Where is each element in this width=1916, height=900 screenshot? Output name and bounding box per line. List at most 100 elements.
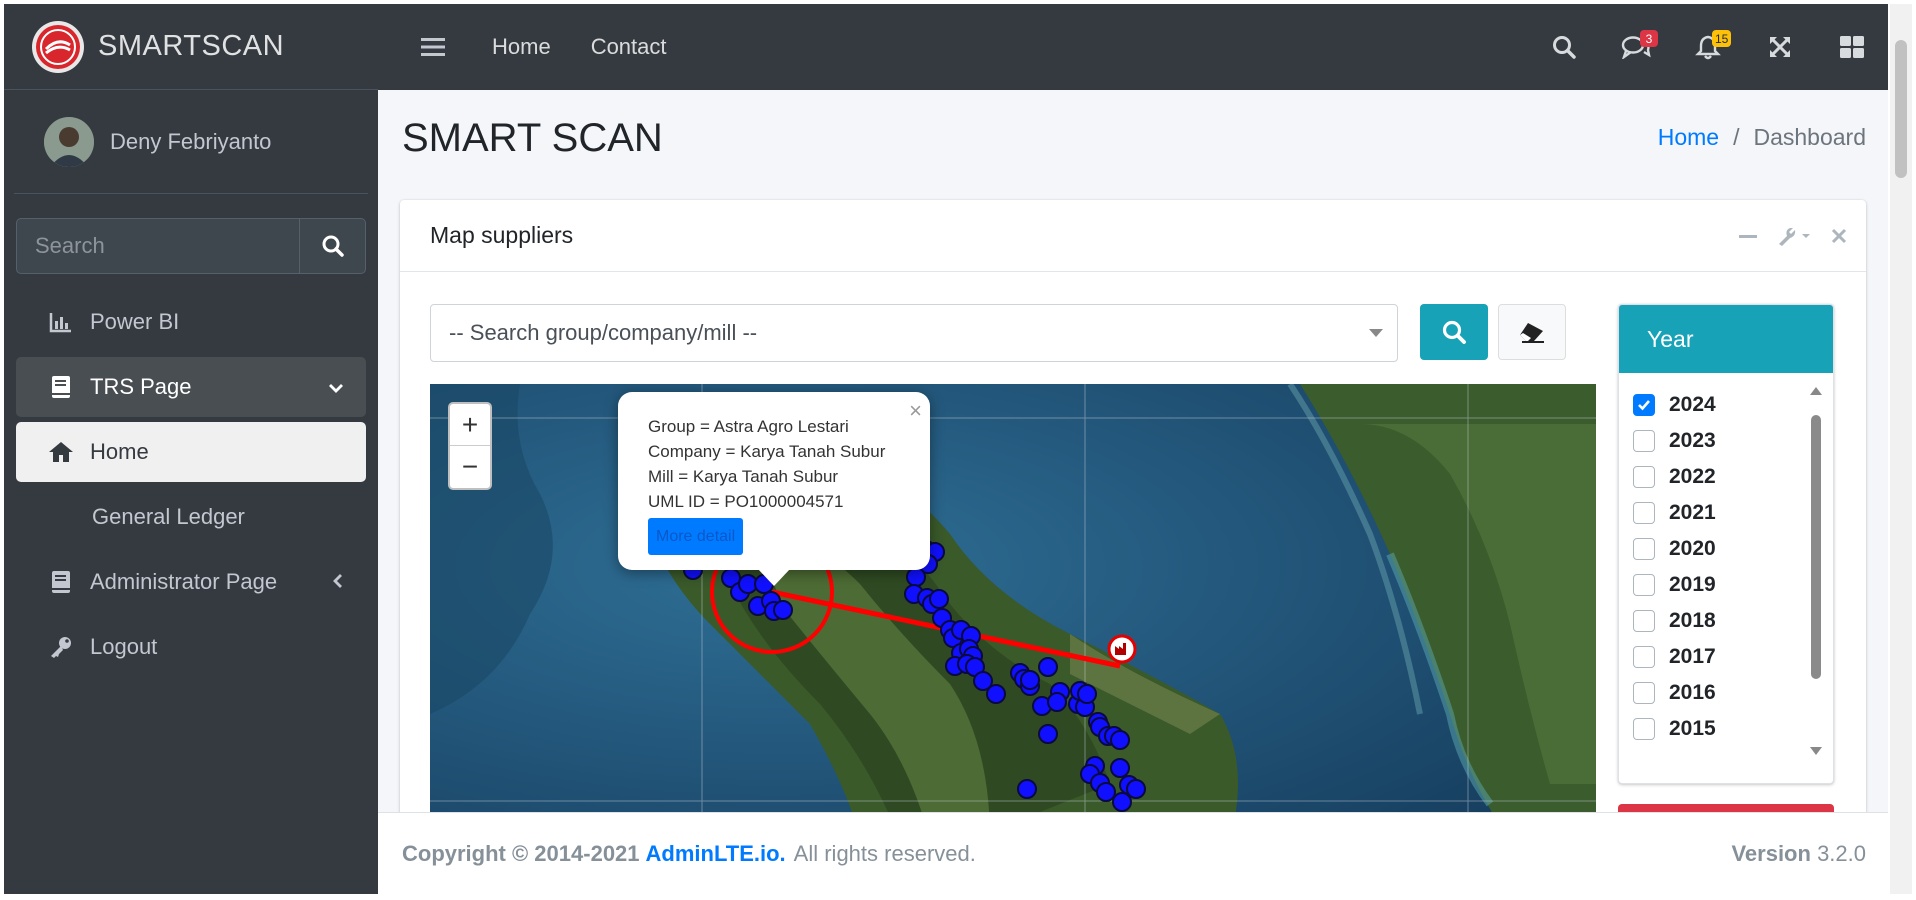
- supplier-marker[interactable]: [1077, 684, 1097, 704]
- breadcrumb-separator: /: [1733, 124, 1740, 150]
- supplier-marker[interactable]: [1047, 692, 1067, 712]
- search-icon: [1442, 320, 1466, 344]
- zoom-in-button[interactable]: +: [450, 404, 490, 446]
- year-option-2017[interactable]: 2017: [1633, 639, 1803, 675]
- year-option-2023[interactable]: 2023: [1633, 423, 1803, 459]
- scroll-up-icon[interactable]: [1809, 385, 1823, 397]
- menu-icon: [421, 38, 445, 56]
- zoom-out-button[interactable]: −: [450, 446, 490, 488]
- marker-layer: [672, 462, 1146, 840]
- year-checkbox[interactable]: [1633, 682, 1655, 704]
- year-checkbox[interactable]: [1633, 466, 1655, 488]
- sidebar-item-label: TRS Page: [90, 374, 192, 399]
- year-label: 2022: [1669, 465, 1716, 488]
- year-checkbox[interactable]: [1633, 574, 1655, 596]
- supplier-marker[interactable]: [986, 684, 1006, 704]
- page-scroll-thumb[interactable]: [1895, 40, 1907, 178]
- year-option-2019[interactable]: 2019: [1633, 567, 1803, 603]
- supplier-marker[interactable]: [906, 567, 926, 587]
- year-label: 2023: [1669, 429, 1716, 452]
- mill-marker-icon[interactable]: [1107, 634, 1137, 664]
- year-option-2020[interactable]: 2020: [1633, 531, 1803, 567]
- popup-close-button[interactable]: ×: [909, 398, 922, 423]
- year-filter-card: Year 2024 2023 2022 2021 2020 2019 2018 2017 201…: [1618, 304, 1834, 784]
- year-checkbox[interactable]: [1633, 538, 1655, 560]
- sidebar-item-administrator-page[interactable]: Administrator Page: [16, 552, 366, 612]
- sidebar-item-label: Power BI: [90, 309, 180, 334]
- messages-badge: 3: [1640, 30, 1658, 47]
- supplier-marker[interactable]: [1112, 792, 1132, 812]
- card-header: Map suppliers: [400, 200, 1866, 272]
- fullscreen-button[interactable]: [1744, 4, 1816, 90]
- messages-button[interactable]: 3: [1600, 4, 1672, 90]
- map-search-button[interactable]: [1420, 304, 1488, 360]
- nav-link-home[interactable]: Home: [492, 34, 551, 60]
- supplier-marker[interactable]: [1038, 724, 1058, 744]
- nav-link-contact[interactable]: Contact: [591, 34, 667, 60]
- year-checkbox[interactable]: [1633, 394, 1655, 416]
- supplier-marker[interactable]: [1126, 779, 1146, 799]
- supplier-marker[interactable]: [1096, 782, 1116, 802]
- year-label: 2020: [1669, 537, 1716, 560]
- popup-uml-id: UML ID = PO1000004571: [648, 492, 844, 511]
- clear-search-button[interactable]: [1498, 304, 1566, 360]
- navbar-search-button[interactable]: [1528, 4, 1600, 90]
- user-panel[interactable]: Deny Febriyanto: [14, 90, 368, 194]
- year-checkbox[interactable]: [1633, 610, 1655, 632]
- breadcrumb-home-link[interactable]: Home: [1658, 124, 1719, 151]
- year-option-2015[interactable]: 2015: [1633, 711, 1803, 747]
- sidebar-item-logout[interactable]: Logout: [16, 617, 366, 677]
- card-settings-dropdown[interactable]: [1776, 222, 1812, 250]
- sidebar-search-input[interactable]: Search: [17, 219, 299, 273]
- year-option-2018[interactable]: 2018: [1633, 603, 1803, 639]
- sidebar-item-home[interactable]: Home: [16, 422, 366, 482]
- book-icon: [46, 372, 76, 402]
- year-list-scrollbar[interactable]: [1809, 385, 1823, 757]
- sidebar-search-button[interactable]: [299, 219, 365, 273]
- book-icon: [46, 567, 76, 597]
- year-checkbox[interactable]: [1633, 718, 1655, 740]
- year-list: 2024 2023 2022 2021 2020 2019 2018 2017 2016 2015: [1633, 387, 1803, 747]
- year-option-2024[interactable]: 2024: [1633, 387, 1803, 423]
- supplier-map[interactable]: + − × Group = Astra Agro Lestari Company…: [430, 384, 1596, 840]
- supplier-marker[interactable]: [929, 589, 949, 609]
- supplier-marker[interactable]: [1020, 670, 1040, 690]
- year-checkbox[interactable]: [1633, 430, 1655, 452]
- top-navbar: Home Contact 3 15: [378, 4, 1888, 90]
- brand-link[interactable]: SMARTSCAN: [4, 4, 378, 90]
- breadcrumb: Home / Dashboard: [1658, 124, 1866, 151]
- collapse-button[interactable]: [1738, 222, 1758, 250]
- search-group-company-mill-select[interactable]: -- Search group/company/mill --: [430, 304, 1398, 362]
- footer-link[interactable]: AdminLTE.io.: [646, 841, 786, 867]
- supplier-marker[interactable]: [1110, 730, 1130, 750]
- scroll-down-icon[interactable]: [1809, 745, 1823, 757]
- year-option-2021[interactable]: 2021: [1633, 495, 1803, 531]
- supplier-marker[interactable]: [1110, 758, 1130, 778]
- footer-rights: All rights reserved.: [793, 840, 976, 866]
- breadcrumb-current: Dashboard: [1753, 124, 1866, 150]
- year-checkbox[interactable]: [1633, 502, 1655, 524]
- control-sidebar-button[interactable]: [1816, 4, 1888, 90]
- supplier-marker[interactable]: [1038, 657, 1058, 677]
- page-scrollbar[interactable]: [1890, 4, 1912, 894]
- notifications-button[interactable]: 15: [1672, 4, 1744, 90]
- year-checkbox[interactable]: [1633, 646, 1655, 668]
- supplier-marker[interactable]: [773, 600, 793, 620]
- sidebar-item-power-bi[interactable]: Power BI: [16, 292, 366, 352]
- close-card-button[interactable]: [1830, 222, 1848, 250]
- hamburger-menu-button[interactable]: [414, 37, 452, 57]
- home-icon: [46, 437, 76, 467]
- page-title: SMART SCAN: [402, 116, 663, 160]
- sidebar: SMARTSCAN Deny Febriyanto Search Power B…: [4, 4, 378, 894]
- year-option-2022[interactable]: 2022: [1633, 459, 1803, 495]
- year-option-2016[interactable]: 2016: [1633, 675, 1803, 711]
- year-scroll-thumb[interactable]: [1811, 415, 1821, 679]
- footer: Copyright © 2014-2021 AdminLTE.io. All r…: [378, 812, 1888, 894]
- supplier-marker[interactable]: [1017, 779, 1037, 799]
- footer-copyright: Copyright © 2014-2021: [402, 840, 640, 866]
- sidebar-item-general-ledger[interactable]: General Ledger: [16, 487, 366, 547]
- sidebar-item-trs-page[interactable]: TRS Page: [16, 357, 366, 417]
- year-label: 2016: [1669, 681, 1716, 704]
- more-detail-button[interactable]: More detail: [648, 518, 744, 555]
- footer-version: Version 3.2.0: [1731, 841, 1866, 867]
